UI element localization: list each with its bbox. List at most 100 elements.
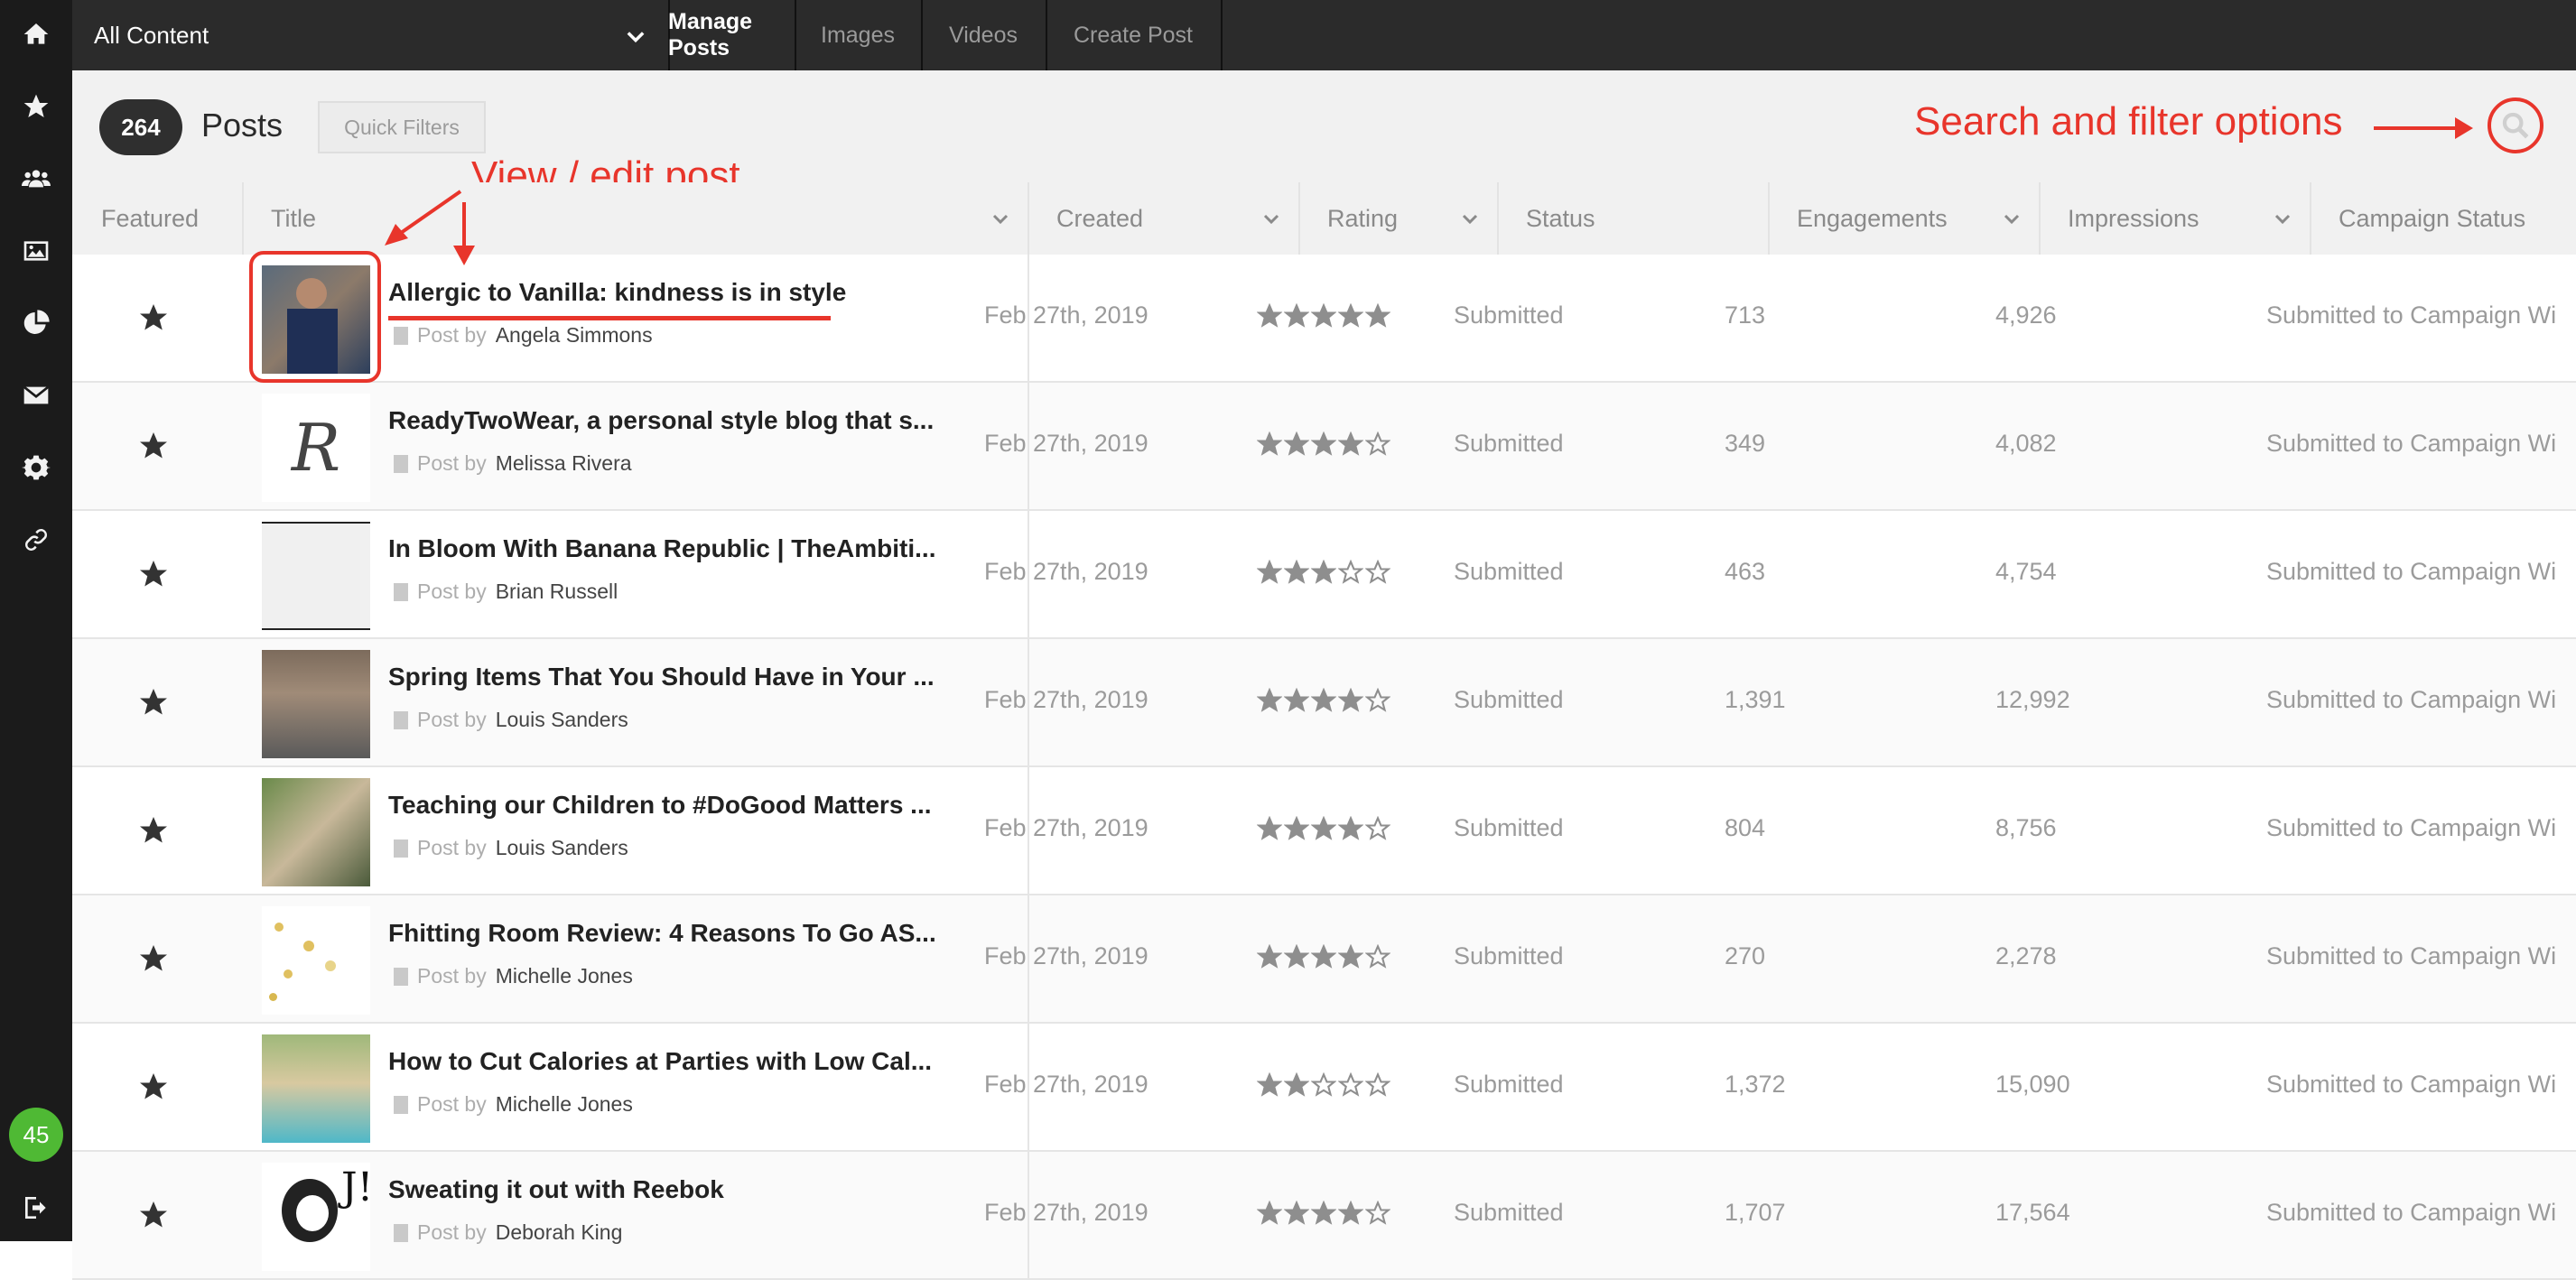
post-author[interactable]: Michelle Jones [496,1092,633,1117]
rating-stars[interactable] [1257,1201,1390,1226]
quick-filters-button[interactable]: Quick Filters [318,101,486,153]
featured-star-icon[interactable] [137,814,170,847]
post-title-link[interactable]: In Bloom With Banana Republic | TheAmbit… [388,534,1011,563]
post-thumbnail[interactable] [262,1034,370,1143]
post-thumbnail[interactable] [262,650,370,758]
post-author[interactable]: Melissa Rivera [496,451,632,476]
star-empty-icon[interactable] [1365,560,1390,585]
post-author[interactable]: Louis Sanders [496,836,628,860]
star-empty-icon[interactable] [1365,1201,1390,1226]
content-type-select[interactable]: All Content [72,0,670,70]
col-campaign-status[interactable]: Campaign Status [2310,182,2576,255]
star-empty-icon[interactable] [1365,1072,1390,1098]
featured-star-icon[interactable] [137,1199,170,1231]
star-empty-icon[interactable] [1365,816,1390,841]
image-icon[interactable] [18,233,54,269]
table-row[interactable]: Spring Items That You Should Have in You… [72,639,2576,767]
post-thumbnail[interactable] [262,906,370,1015]
mail-icon[interactable] [18,377,54,413]
star-filled-icon[interactable] [1338,303,1363,329]
post-title-link[interactable]: Teaching our Children to #DoGood Matters… [388,791,1011,820]
featured-star-icon[interactable] [137,942,170,975]
rating-stars[interactable] [1257,1072,1390,1098]
tab-manage-posts[interactable]: Manage Posts [668,0,796,70]
post-title-link[interactable]: Allergic to Vanilla: kindness is in styl… [388,278,1011,307]
star-filled-icon[interactable] [1338,688,1363,713]
star-empty-icon[interactable] [1365,688,1390,713]
tab-images[interactable]: Images [795,0,923,70]
post-title-link[interactable]: Sweating it out with Reebok [388,1175,1011,1204]
post-thumbnail[interactable]: J! [262,1163,370,1271]
star-empty-icon[interactable] [1365,431,1390,457]
featured-star-icon[interactable] [137,301,170,334]
table-row[interactable]: R ReadyTwoWear, a personal style blog th… [72,383,2576,511]
rating-stars[interactable] [1257,560,1390,585]
star-filled-icon[interactable] [1257,303,1282,329]
star-filled-icon[interactable] [1257,1201,1282,1226]
logout-icon[interactable] [18,1190,54,1226]
star-empty-icon[interactable] [1338,1072,1363,1098]
star-filled-icon[interactable] [1311,816,1336,841]
star-filled-icon[interactable] [1311,560,1336,585]
star-filled-icon[interactable] [1257,1072,1282,1098]
star-filled-icon[interactable] [1284,560,1309,585]
table-row[interactable]: In Bloom With Banana Republic | TheAmbit… [72,511,2576,639]
post-title-link[interactable]: ReadyTwoWear, a personal style blog that… [388,406,1011,435]
post-author[interactable]: Louis Sanders [496,708,628,732]
link-icon[interactable] [18,522,54,558]
star-filled-icon[interactable] [1338,816,1363,841]
col-status[interactable]: Status [1497,182,1768,255]
post-thumbnail[interactable] [262,778,370,886]
col-title[interactable]: Title [242,182,1028,255]
star-filled-icon[interactable] [1311,944,1336,969]
star-filled-icon[interactable] [1311,303,1336,329]
post-author[interactable]: Angela Simmons [496,323,653,348]
star-filled-icon[interactable] [1365,303,1390,329]
star-empty-icon[interactable] [1311,1072,1336,1098]
star-empty-icon[interactable] [1338,560,1363,585]
tab-videos[interactable]: Videos [921,0,1047,70]
notification-badge[interactable]: 45 [9,1108,63,1162]
col-rating[interactable]: Rating [1298,182,1497,255]
star-filled-icon[interactable] [1284,431,1309,457]
post-title-link[interactable]: Spring Items That You Should Have in You… [388,663,1011,691]
table-row[interactable]: J! Sweating it out with Reebok Post by D… [72,1152,2576,1280]
featured-star-icon[interactable] [137,558,170,590]
star-filled-icon[interactable] [1284,1072,1309,1098]
featured-star-icon[interactable] [137,1071,170,1103]
star-filled-icon[interactable] [1338,944,1363,969]
home-icon[interactable] [18,16,54,52]
star-filled-icon[interactable] [1338,1201,1363,1226]
table-row[interactable]: Fhitting Room Review: 4 Reasons To Go AS… [72,895,2576,1024]
star-filled-icon[interactable] [1257,816,1282,841]
star-filled-icon[interactable] [1257,688,1282,713]
star-filled-icon[interactable] [1338,431,1363,457]
rating-stars[interactable] [1257,688,1390,713]
star-filled-icon[interactable] [1257,431,1282,457]
star-empty-icon[interactable] [1365,944,1390,969]
star-filled-icon[interactable] [1311,431,1336,457]
users-icon[interactable] [18,161,54,197]
rating-stars[interactable] [1257,431,1390,457]
search-button[interactable] [2488,97,2543,153]
col-featured[interactable]: Featured [72,182,242,255]
post-title-link[interactable]: Fhitting Room Review: 4 Reasons To Go AS… [388,919,1011,948]
featured-star-icon[interactable] [137,430,170,462]
star-filled-icon[interactable] [1284,688,1309,713]
post-title-link[interactable]: How to Cut Calories at Parties with Low … [388,1047,1011,1076]
rating-stars[interactable] [1257,816,1390,841]
post-author[interactable]: Michelle Jones [496,964,633,988]
post-author[interactable]: Brian Russell [496,580,618,604]
tab-create-post[interactable]: Create Post [1046,0,1223,70]
col-engagements[interactable]: Engagements [1768,182,2039,255]
star-filled-icon[interactable] [1257,560,1282,585]
gear-icon[interactable] [18,450,54,486]
star-filled-icon[interactable] [1257,944,1282,969]
star-filled-icon[interactable] [1284,816,1309,841]
featured-star-icon[interactable] [137,686,170,719]
rating-stars[interactable] [1257,944,1390,969]
rating-stars[interactable] [1257,303,1390,329]
star-filled-icon[interactable] [1284,944,1309,969]
star-filled-icon[interactable] [1284,303,1309,329]
star-filled-icon[interactable] [1311,1201,1336,1226]
